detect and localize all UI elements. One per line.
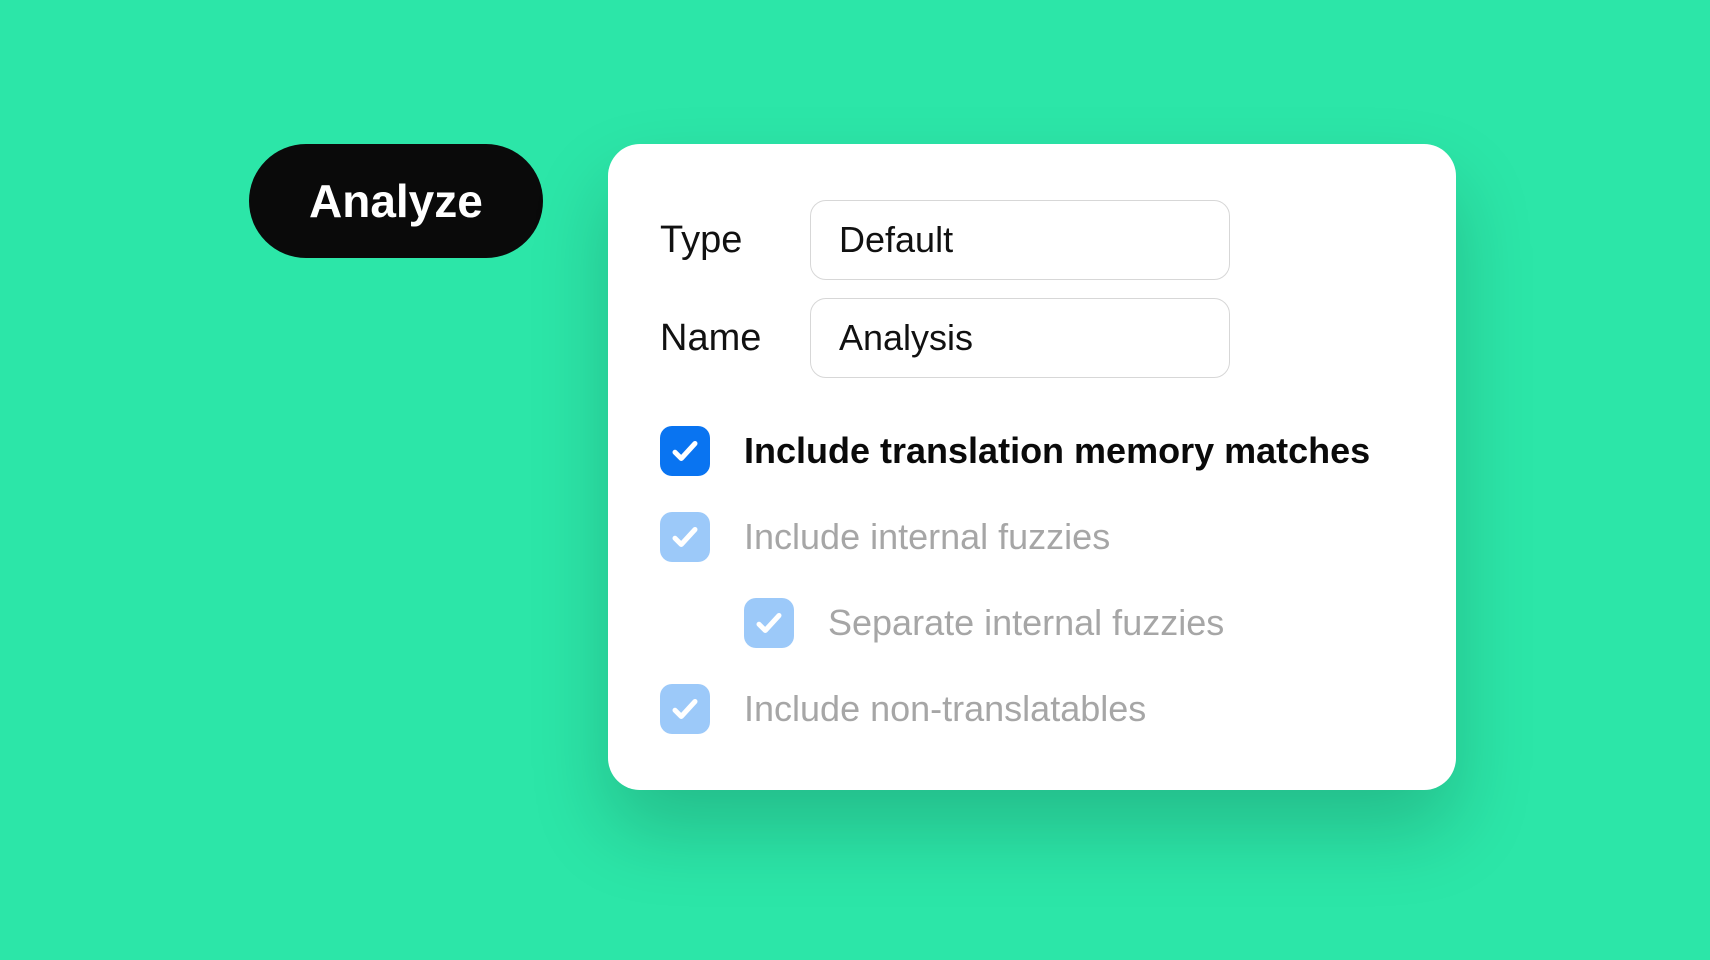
type-row: Type bbox=[660, 200, 1404, 280]
include-internal-fuzzies-row: Include internal fuzzies bbox=[660, 512, 1404, 562]
include-internal-fuzzies-checkbox[interactable] bbox=[660, 512, 710, 562]
check-icon bbox=[754, 608, 784, 638]
name-input[interactable] bbox=[810, 298, 1230, 378]
name-row: Name bbox=[660, 298, 1404, 378]
type-label: Type bbox=[660, 219, 780, 262]
include-tm-matches-label: Include translation memory matches bbox=[744, 429, 1370, 472]
check-icon bbox=[670, 436, 700, 466]
check-icon bbox=[670, 694, 700, 724]
type-input[interactable] bbox=[810, 200, 1230, 280]
include-internal-fuzzies-label: Include internal fuzzies bbox=[744, 515, 1110, 558]
separate-internal-fuzzies-row: Separate internal fuzzies bbox=[660, 598, 1404, 648]
analysis-options-panel: Type Name Include translation memory mat… bbox=[608, 144, 1456, 790]
check-icon bbox=[670, 522, 700, 552]
analyze-button[interactable]: Analyze bbox=[249, 144, 543, 258]
include-tm-matches-checkbox[interactable] bbox=[660, 426, 710, 476]
include-non-translatables-label: Include non-translatables bbox=[744, 687, 1146, 730]
separate-internal-fuzzies-label: Separate internal fuzzies bbox=[828, 601, 1224, 644]
include-non-translatables-row: Include non-translatables bbox=[660, 684, 1404, 734]
include-non-translatables-checkbox[interactable] bbox=[660, 684, 710, 734]
name-label: Name bbox=[660, 317, 780, 360]
separate-internal-fuzzies-checkbox[interactable] bbox=[744, 598, 794, 648]
include-tm-matches-row: Include translation memory matches bbox=[660, 426, 1404, 476]
